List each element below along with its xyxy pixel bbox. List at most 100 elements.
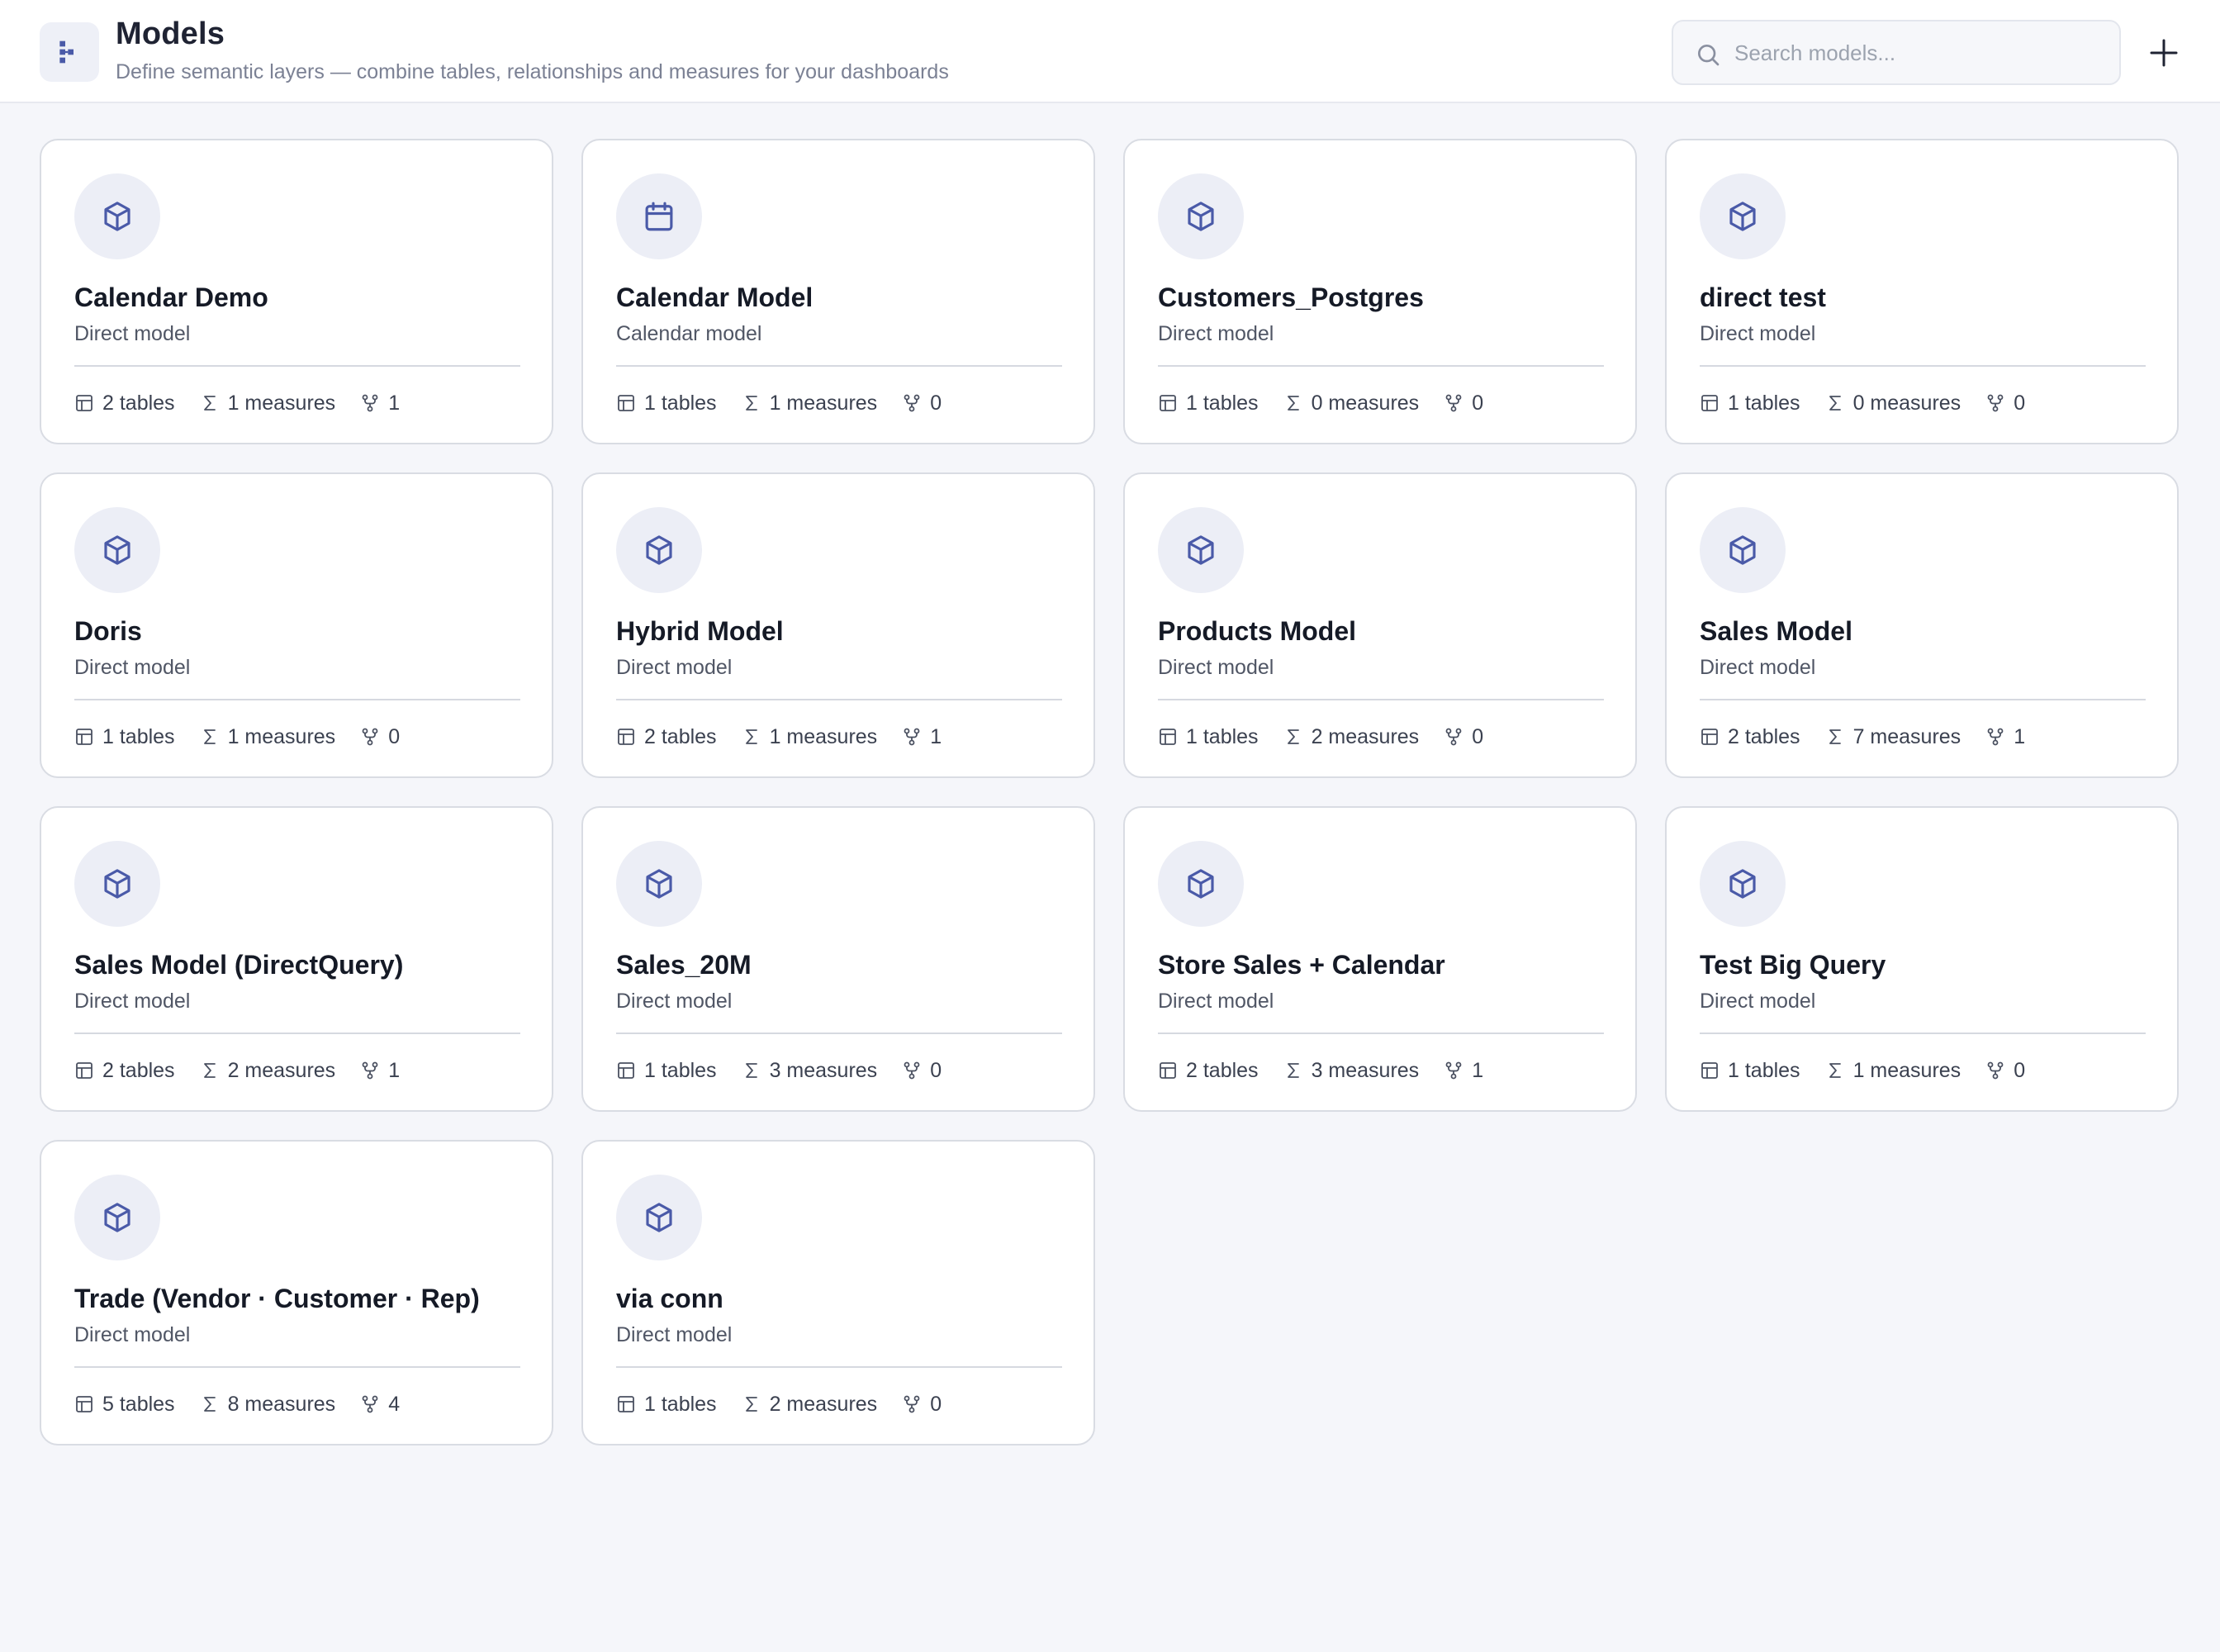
model-name: Sales Model (DirectQuery) [74, 950, 404, 980]
tables-count: 2 tables [102, 1058, 175, 1082]
model-card[interactable]: Sales Model (DirectQuery) Direct model 2… [40, 806, 553, 1112]
model-name: direct test [1700, 282, 1826, 312]
cube-icon [74, 173, 160, 259]
card-divider [1700, 365, 2146, 367]
table-icon [1160, 1062, 1176, 1079]
table-icon [76, 395, 92, 411]
add-model-button[interactable] [2141, 30, 2187, 76]
model-stats: 2 tables 1 measures 1 [74, 388, 400, 418]
model-stats: 5 tables 8 measures 4 [74, 1389, 400, 1419]
measures-stat: 1 measures [742, 391, 878, 415]
model-type: Direct model [616, 990, 733, 1013]
sigma-icon [745, 729, 757, 744]
card-divider [1700, 1032, 2146, 1034]
measures-stat: 2 measures [1283, 725, 1419, 749]
measures-count: 1 measures [1852, 1058, 1961, 1082]
tables-count: 2 tables [102, 391, 175, 415]
model-name: Calendar Demo [74, 282, 268, 312]
model-card[interactable]: Sales Model Direct model 2 tables 7 meas… [1665, 472, 2179, 778]
model-card[interactable]: Customers_Postgres Direct model 1 tables… [1123, 139, 1637, 444]
relationships-count: 0 [388, 724, 401, 748]
model-stats: 1 tables 1 measures 0 [74, 722, 400, 752]
relationships-count: 4 [388, 1392, 401, 1416]
model-card[interactable]: Products Model Direct model 1 tables 2 m… [1123, 472, 1637, 778]
search-box[interactable] [1672, 20, 2121, 85]
sigma-icon [1287, 396, 1299, 411]
model-type: Direct model [1700, 990, 1816, 1013]
model-hierarchy-icon [40, 22, 99, 82]
tables-count: 2 tables [644, 724, 717, 748]
model-type: Direct model [74, 656, 191, 679]
relationships-count: 0 [930, 1392, 942, 1416]
model-type: Direct model [1158, 656, 1274, 679]
relationships-count: 0 [1472, 724, 1484, 748]
model-card[interactable]: Hybrid Model Direct model 2 tables 1 mea… [581, 472, 1095, 778]
model-name: Doris [74, 616, 142, 646]
measures-stat: 1 measures [200, 725, 335, 749]
cube-icon [1158, 173, 1244, 259]
card-divider [74, 699, 520, 700]
sigma-icon [745, 1397, 757, 1412]
measures-stat: 7 measures [1825, 725, 1961, 749]
tables-count: 1 tables [644, 391, 717, 415]
model-card[interactable]: Doris Direct model 1 tables 1 measures 0 [40, 472, 553, 778]
relationships-stat: 1 [360, 1059, 400, 1083]
relationships-count: 0 [930, 391, 942, 415]
measures-stat: 3 measures [742, 1059, 877, 1083]
measures-stat: 0 measures [1283, 392, 1419, 415]
model-stats: 1 tables 0 measures 0 [1158, 388, 1483, 418]
tables-count: 1 tables [1728, 391, 1800, 415]
model-name: Customers_Postgres [1158, 282, 1424, 312]
table-icon [1160, 395, 1176, 411]
model-name: Hybrid Model [616, 616, 784, 646]
card-divider [1158, 365, 1604, 367]
table-icon [76, 1062, 92, 1079]
relationships-stat: 1 [360, 392, 400, 415]
header-bar: Models Define semantic layers — combine … [0, 0, 2220, 103]
card-divider [616, 1032, 1062, 1034]
card-divider [1158, 1032, 1604, 1034]
tables-stat: 1 tables [1700, 1059, 1800, 1083]
measures-count: 1 measures [769, 724, 878, 748]
model-card[interactable]: Test Big Query Direct model 1 tables 1 m… [1665, 806, 2179, 1112]
tables-count: 1 tables [644, 1058, 717, 1082]
measures-count: 1 measures [227, 391, 336, 415]
relationships-stat: 0 [360, 725, 400, 749]
card-divider [74, 1366, 520, 1368]
model-type: Direct model [1158, 322, 1274, 345]
relationship-icon [1445, 1061, 1462, 1080]
relationships-count: 0 [930, 1058, 942, 1082]
tables-count: 2 tables [1186, 1058, 1259, 1082]
measures-stat: 1 measures [1825, 1059, 1961, 1083]
model-stats: 1 tables 2 measures 0 [616, 1389, 942, 1419]
measures-count: 3 measures [1311, 1058, 1420, 1082]
model-card[interactable]: Trade (Vendor · Customer · Rep) Direct m… [40, 1140, 553, 1446]
table-icon [618, 1062, 634, 1079]
model-card[interactable]: direct test Direct model 1 tables 0 meas… [1665, 139, 2179, 444]
model-name: Test Big Query [1700, 950, 1886, 980]
measures-count: 1 measures [769, 391, 878, 415]
model-stats: 1 tables 1 measures 0 [616, 388, 942, 418]
cube-icon [1700, 507, 1786, 593]
model-card[interactable]: Sales_20M Direct model 1 tables 3 measur… [581, 806, 1095, 1112]
relationships-stat: 0 [902, 1059, 942, 1083]
table-icon [1701, 1062, 1718, 1079]
table-icon [618, 729, 634, 745]
relationships-stat: 0 [902, 392, 942, 415]
plus-icon [2150, 39, 2178, 67]
card-divider [74, 1032, 520, 1034]
model-card[interactable]: Store Sales + Calendar Direct model 2 ta… [1123, 806, 1637, 1112]
tables-count: 1 tables [1186, 391, 1259, 415]
model-card[interactable]: via conn Direct model 1 tables 2 measure… [581, 1140, 1095, 1446]
relationships-count: 1 [2014, 724, 2026, 748]
sigma-icon [203, 729, 216, 744]
model-type: Direct model [1158, 990, 1274, 1013]
model-card[interactable]: Calendar Demo Direct model 2 tables 1 me… [40, 139, 553, 444]
search-input[interactable] [1733, 21, 2108, 85]
model-card[interactable]: Calendar Model Calendar model 1 tables 1… [581, 139, 1095, 444]
relationship-icon [1987, 1061, 2004, 1080]
measures-count: 8 measures [227, 1392, 336, 1416]
page-subtitle: Define semantic layers — combine tables,… [116, 60, 949, 83]
table-icon [1701, 395, 1718, 411]
cube-icon [74, 841, 160, 927]
